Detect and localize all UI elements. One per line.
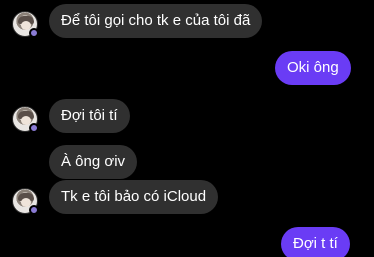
message-bubble-outgoing[interactable]: Đợi t tí xyxy=(281,227,350,257)
message-bubble-incoming[interactable]: Đợi tôi tí xyxy=(49,99,130,133)
status-badge xyxy=(29,205,39,215)
message-bubble-incoming[interactable]: Tk e tôi bảo có iCloud xyxy=(49,180,219,214)
message-bubble-outgoing[interactable]: Oki ông xyxy=(275,51,351,85)
contact-avatar[interactable] xyxy=(12,11,39,38)
status-badge xyxy=(29,123,39,133)
message-bubble-incoming[interactable]: Để tôi gọi cho tk e của tôi đã xyxy=(49,4,263,38)
message-bubble-incoming[interactable]: À ông ơiv xyxy=(49,145,138,179)
contact-avatar[interactable] xyxy=(12,188,39,215)
status-badge xyxy=(29,28,39,38)
contact-avatar[interactable] xyxy=(12,106,39,133)
